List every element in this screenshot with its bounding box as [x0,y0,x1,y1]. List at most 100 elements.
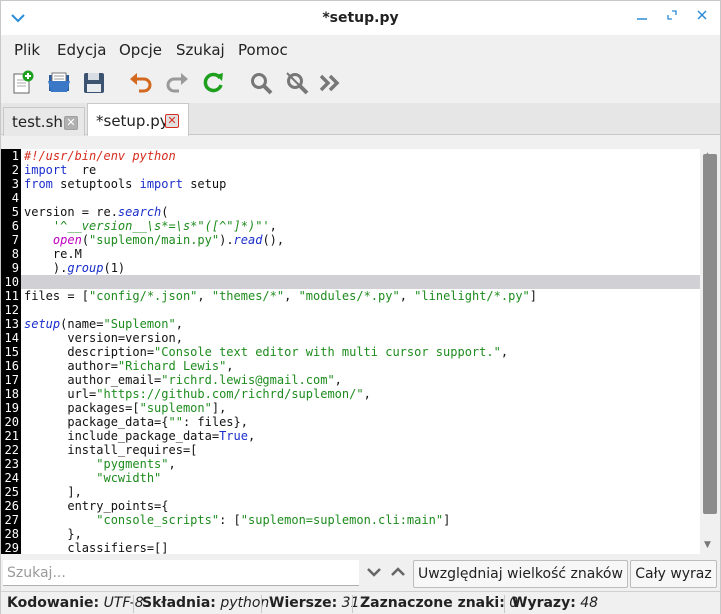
open-file-icon[interactable] [45,69,73,97]
code-line[interactable]: open("suplemon/main.py").read(), [21,233,700,247]
code-line[interactable]: version = re.search( [21,205,700,219]
close-icon[interactable]: ✕ [165,114,179,128]
code-line-text: open("suplemon/main.py").read(), [21,233,284,247]
code-line[interactable]: ], [21,485,700,499]
redo-icon[interactable] [163,69,191,97]
code-line[interactable] [21,191,700,205]
code-line[interactable]: description="Console text editor with mu… [21,345,700,359]
code-line[interactable]: install_requires=[ [21,443,700,457]
line-number: 7 [11,233,19,247]
vertical-scrollbar[interactable]: ▲ ▼ [700,149,720,554]
code-line-text: description="Console text editor with mu… [21,345,508,359]
code-line-text: }, [21,527,82,541]
line-number-gutter: 1 2 3 4 5 6 7 8 9 10 11 12 13 14 15 16 17 18 19 20 21 22 23 24 2… [1,149,21,554]
close-icon[interactable]: ✕ [64,116,78,130]
line-number: 19 [4,401,19,415]
new-file-icon[interactable] [9,69,37,97]
menu-help[interactable]: Pomoc [238,41,288,59]
line-number: 12 [4,303,19,317]
code-area[interactable]: #!/usr/bin/env python import re from setup… [21,149,700,554]
menu-search[interactable]: Szukaj [176,41,225,59]
line-number: 17 [4,373,19,387]
code-line[interactable] [21,303,700,317]
tab-test-sh[interactable]: test.sh ✕ [3,107,85,136]
status-syntax: Składnia: python [142,595,270,611]
code-token: ] [529,289,537,303]
code-line[interactable]: }, [21,527,700,541]
goto-icon[interactable] [317,69,345,97]
code-token: description= [24,345,155,359]
chevron-down-icon[interactable] [366,566,382,578]
code-line[interactable]: "console_scripts": ["suplemon=suplemon.c… [21,513,700,527]
code-line[interactable]: include_package_data=True, [21,429,700,443]
code-line-text: "wcwidth" [21,471,161,485]
code-line-text: author="Richard Lewis", [21,359,233,373]
code-line[interactable] [21,275,700,289]
menu-options[interactable]: Opcje [119,41,162,59]
code-line[interactable]: setup(name="Suplemon", [21,317,700,331]
code-line-text: version=version, [21,331,183,345]
code-line[interactable]: packages=["suplemon"], [21,401,700,415]
code-token: "Suplemon" [103,317,176,331]
code-line[interactable]: import re [21,163,700,177]
maximize-icon[interactable] [663,9,681,27]
line-number: 1 [11,149,19,163]
code-token: (1) [103,261,126,275]
scrollbar-thumb[interactable] [703,154,717,514]
line-number: 3 [11,177,19,191]
search-input[interactable] [3,560,359,586]
find-replace-icon[interactable] [283,69,311,97]
code-token: group [67,261,104,275]
code-token: : files}, [182,415,248,429]
code-token: }, [24,527,82,541]
tab-label: *setup.py [96,112,169,130]
code-line[interactable]: entry_points={ [21,499,700,513]
code-editor[interactable]: 1 2 3 4 5 6 7 8 9 10 11 12 13 14 15 16 17 18 19 20 21 22 23 24 2… [1,149,720,554]
chevron-up-icon[interactable] [390,566,406,578]
code-line[interactable]: from setuptools import setup [21,177,700,191]
match-case-button[interactable]: Uwzględniaj wielkość znaków [413,560,628,588]
code-line[interactable]: files = ["config/*.json", "themes/*", "m… [21,289,700,303]
code-line[interactable]: classifiers=[] [21,541,700,554]
code-line[interactable]: version=version, [21,331,700,345]
code-token: , [168,457,176,471]
tab-setup-py[interactable]: *setup.py ✕ [87,103,189,136]
code-token: "themes/*" [211,289,285,303]
tab-bar: test.sh ✕ *setup.py ✕ [1,103,720,136]
code-line[interactable]: "pygments", [21,457,700,471]
code-line-text: author_email="richrd.lewis@gmail.com", [21,373,342,387]
code-line[interactable]: #!/usr/bin/env python [21,149,700,163]
code-token: import [139,177,183,191]
code-token: install_requires=[ [24,443,198,457]
window-title: *setup.py [322,10,399,26]
code-token: open [52,233,82,247]
menu-file[interactable]: Plik [14,41,40,59]
save-icon[interactable] [80,69,108,97]
code-token: author_email= [24,373,162,387]
line-number: 20 [4,415,19,429]
reload-icon[interactable] [199,69,227,97]
code-line[interactable]: author_email="richrd.lewis@gmail.com", [21,373,700,387]
scroll-down-icon[interactable]: ▼ [704,540,711,550]
status-lines: Wiersze: 31 [269,595,360,611]
code-line-text: from setuptools import setup [21,177,226,191]
code-line[interactable]: package_data={"": files}, [21,415,700,429]
whole-word-button[interactable]: Cały wyraz [630,560,717,588]
code-line[interactable]: url="https://github.com/richrd/suplemon/… [21,387,700,401]
close-window-icon[interactable] [693,9,711,27]
menu-edit[interactable]: Edycja [57,41,106,59]
code-line[interactable]: re.M [21,247,700,261]
code-line[interactable]: author="Richard Lewis", [21,359,700,373]
undo-icon[interactable] [127,69,155,97]
status-words: Wyrazy: 48 [512,595,599,611]
code-token: , [363,387,371,401]
line-number: 14 [4,331,19,345]
minimize-icon[interactable] [633,9,651,27]
code-line[interactable]: ).group(1) [21,261,700,275]
code-line[interactable]: '^__version__\s*=\s*"([^"]*)"', [21,219,700,233]
find-icon[interactable] [247,69,275,97]
line-number: 26 [4,499,19,513]
code-token: ], [211,401,227,415]
code-line[interactable]: "wcwidth" [21,471,700,485]
